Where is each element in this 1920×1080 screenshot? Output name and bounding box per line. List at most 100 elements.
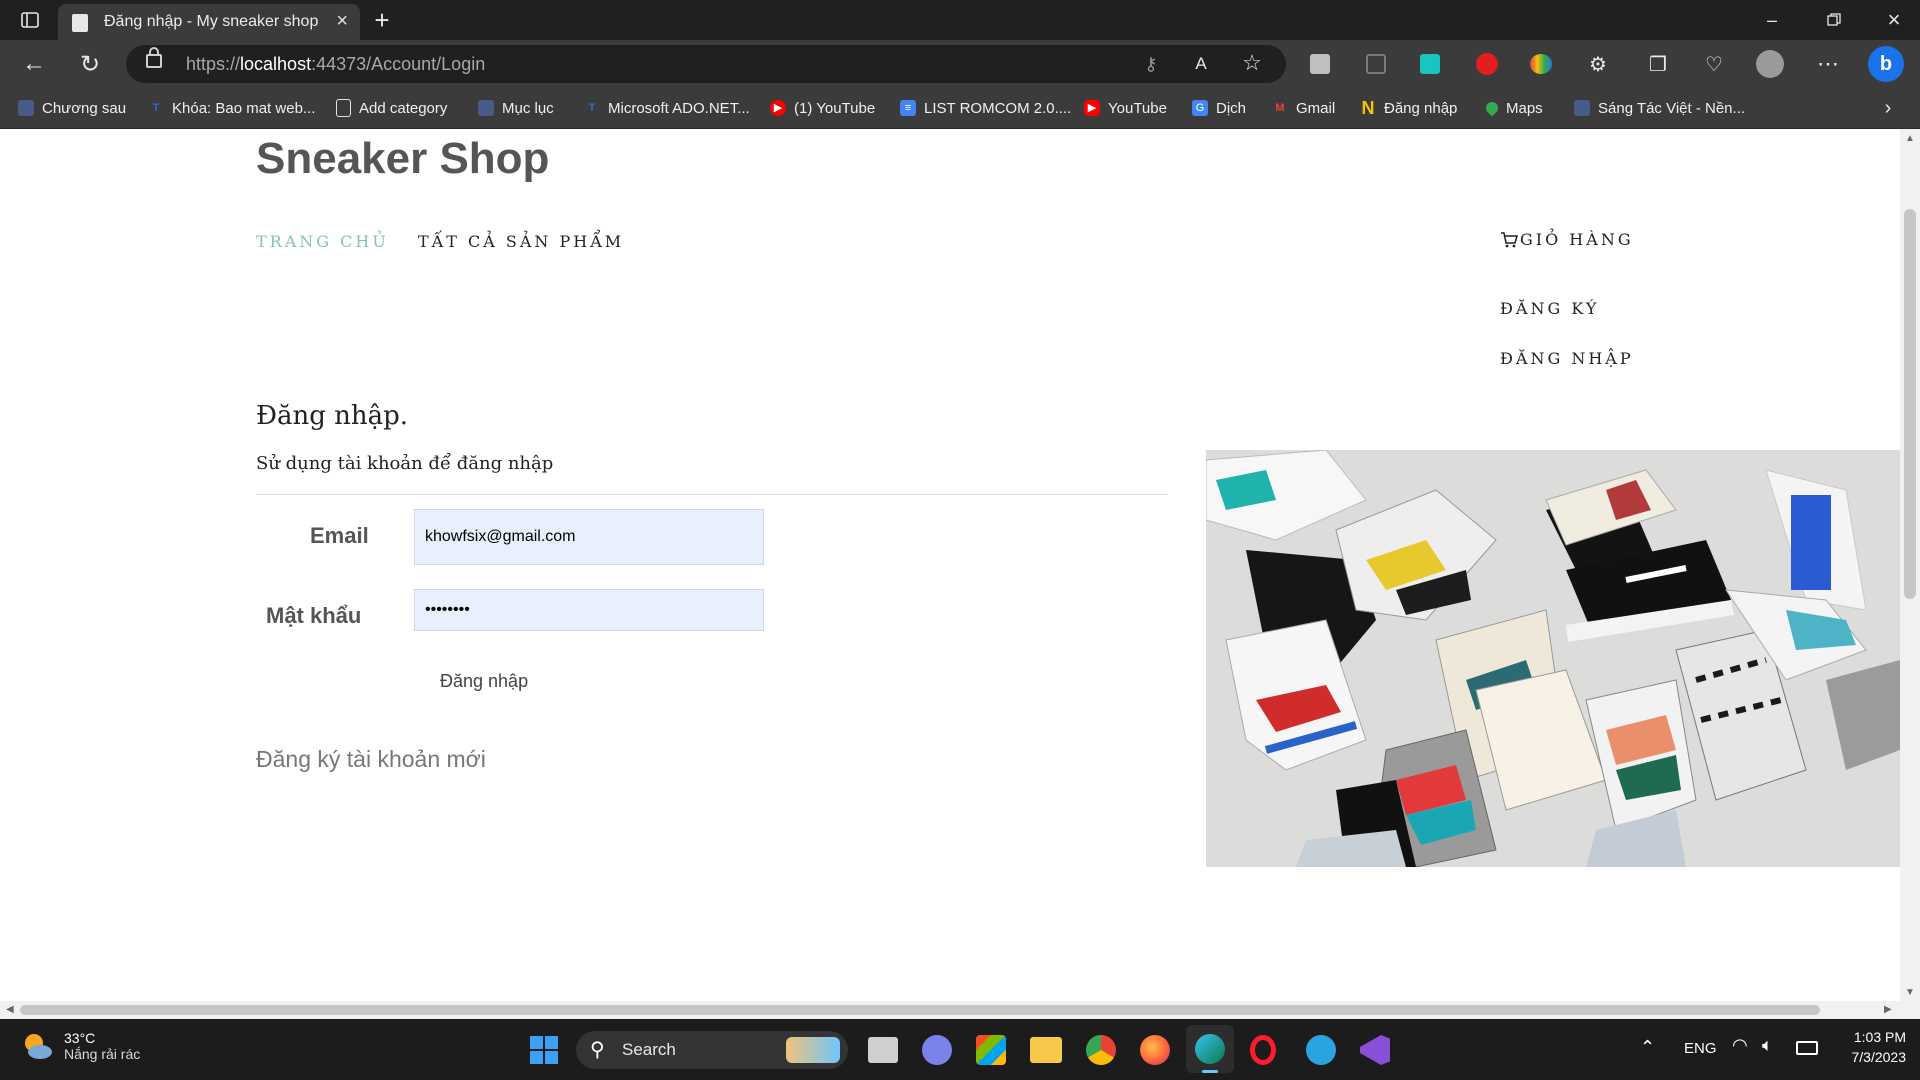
start-button[interactable] bbox=[530, 1036, 558, 1064]
collections-icon[interactable]: ❐ bbox=[1644, 50, 1672, 78]
bookmark-muc-luc[interactable]: Mục lục bbox=[478, 96, 554, 120]
taskbar-search-label: Search bbox=[622, 1040, 676, 1059]
weather-widget[interactable]: 33°C Nắng rải rác bbox=[20, 1029, 140, 1063]
nav-login[interactable]: ĐĂNG NHẬP bbox=[1500, 349, 1634, 368]
divider bbox=[256, 494, 1168, 495]
battery-icon[interactable] bbox=[1796, 1041, 1818, 1055]
bookmark-label: (1) YouTube bbox=[794, 99, 876, 117]
nav-cart[interactable]: GIỎ HÀNG bbox=[1500, 230, 1634, 249]
profile-avatar-icon[interactable] bbox=[1756, 50, 1784, 78]
scroll-down-arrow-icon[interactable]: ▼ bbox=[1905, 987, 1915, 998]
edge-icon[interactable] bbox=[1186, 1025, 1234, 1073]
tab-actions-icon[interactable] bbox=[20, 10, 40, 30]
page-viewport: Sneaker Shop TRANG CHỦ TẤT CẢ SẢN PHẨM G… bbox=[0, 129, 1900, 1001]
favorite-star-icon[interactable]: ☆ bbox=[1240, 50, 1264, 75]
bookmark-label: Add category bbox=[359, 99, 448, 117]
clock[interactable]: 1:03 PM 7/3/2023 bbox=[1830, 1029, 1907, 1065]
bookmark-label: Dịch bbox=[1216, 99, 1247, 117]
tab-close-icon[interactable]: × bbox=[336, 10, 348, 33]
bookmark-youtube-1[interactable]: ▶ (1) YouTube bbox=[770, 96, 875, 120]
page-title: Đăng nhập. bbox=[256, 401, 409, 431]
nav-home[interactable]: TRANG CHỦ bbox=[256, 232, 389, 251]
bookmark-label: Chương sau bbox=[42, 99, 127, 117]
bookmark-label: Đăng nhập bbox=[1384, 99, 1458, 117]
wifi-icon[interactable]: ◠ bbox=[1732, 1035, 1748, 1056]
bookmark-sang-tac-viet[interactable]: Sáng Tác Việt - Nền... bbox=[1574, 96, 1745, 120]
horizontal-scrollbar-thumb[interactable] bbox=[20, 1005, 1820, 1015]
more-menu-icon[interactable]: ⋯ bbox=[1814, 50, 1842, 78]
extensions-puzzle-icon[interactable]: ⚙ bbox=[1584, 50, 1612, 78]
n-icon: N bbox=[1361, 98, 1375, 118]
chrome-icon[interactable] bbox=[1086, 1035, 1116, 1065]
browser-tab-bar: Đăng nhập - My sneaker shop × + – × bbox=[0, 0, 1920, 40]
bookmark-dich[interactable]: G Dịch bbox=[1192, 96, 1246, 120]
bing-chat-icon[interactable]: b bbox=[1868, 46, 1904, 82]
page-icon bbox=[18, 100, 34, 116]
bookmark-gmail[interactable]: M Gmail bbox=[1272, 96, 1335, 120]
bookmark-youtube-2[interactable]: ▶ YouTube bbox=[1084, 96, 1167, 120]
weather-desc: Nắng rải rác bbox=[64, 1046, 141, 1062]
vertical-scrollbar[interactable]: ▲ ▼ bbox=[1900, 129, 1920, 1001]
key-icon[interactable]: ⚷ bbox=[1140, 53, 1162, 75]
login-submit-button[interactable]: Đăng nhập bbox=[420, 667, 548, 696]
window-close-icon[interactable]: × bbox=[1880, 6, 1908, 34]
extension-5-icon[interactable] bbox=[1530, 54, 1552, 74]
file-explorer-icon[interactable] bbox=[1030, 1037, 1062, 1063]
firefox-icon[interactable] bbox=[1140, 1035, 1170, 1065]
youtube-icon: ▶ bbox=[770, 100, 786, 116]
scroll-right-arrow-icon[interactable]: ▶ bbox=[1884, 1004, 1892, 1015]
taskbar-search-box[interactable]: ⚲ Search bbox=[576, 1031, 848, 1069]
bookmark-khoa-bao-mat[interactable]: T Khóa: Bao mat web... bbox=[148, 96, 316, 120]
tab-active[interactable]: Đăng nhập - My sneaker shop × bbox=[58, 4, 360, 40]
read-aloud-icon[interactable]: A bbox=[1190, 53, 1212, 75]
language-indicator[interactable]: ENG bbox=[1684, 1040, 1717, 1057]
teams-chat-icon[interactable] bbox=[922, 1035, 952, 1065]
back-icon[interactable]: ← bbox=[20, 50, 48, 78]
nav-all-products[interactable]: TẤT CẢ SẢN PHẨM bbox=[418, 232, 624, 251]
health-icon[interactable]: ♡ bbox=[1700, 50, 1728, 78]
address-bar[interactable]: https://localhost:44373/Account/Login ⚷ … bbox=[126, 45, 1286, 83]
password-field[interactable] bbox=[414, 589, 764, 631]
bookmark-list-romcom[interactable]: ≡ LIST ROMCOM 2.0.... bbox=[900, 96, 1071, 120]
register-new-account-link[interactable]: Đăng ký tài khoản mới bbox=[256, 746, 486, 773]
adblock-icon[interactable] bbox=[1476, 53, 1498, 75]
document-icon bbox=[336, 99, 351, 117]
horizontal-scrollbar[interactable]: ◀ ▶ bbox=[0, 1001, 1920, 1019]
extension-2-icon[interactable] bbox=[1366, 54, 1386, 74]
bookmark-chuong-sau[interactable]: Chương sau bbox=[18, 96, 126, 120]
cart-icon bbox=[1501, 231, 1518, 247]
weather-sun-cloud-icon bbox=[25, 1034, 52, 1059]
extension-3-icon[interactable] bbox=[1420, 54, 1440, 74]
youtube-icon: ▶ bbox=[1084, 100, 1100, 116]
bookmarks-overflow-chevron-icon[interactable]: › bbox=[1876, 96, 1900, 120]
scroll-up-arrow-icon[interactable]: ▲ bbox=[1905, 133, 1915, 144]
opera-icon[interactable] bbox=[1250, 1035, 1276, 1065]
minimize-icon[interactable]: – bbox=[1760, 8, 1784, 32]
restore-icon[interactable] bbox=[1822, 8, 1846, 32]
bookmark-ado-net[interactable]: T Microsoft ADO.NET... bbox=[584, 96, 750, 120]
visual-studio-icon[interactable] bbox=[1360, 1035, 1390, 1065]
bookmark-maps[interactable]: Maps bbox=[1483, 96, 1543, 120]
site-brand[interactable]: Sneaker Shop bbox=[256, 134, 549, 184]
page-subtitle: Sử dụng tài khoản để đăng nhập bbox=[256, 453, 554, 474]
microsoft-store-icon[interactable] bbox=[976, 1035, 1006, 1065]
bookmark-add-category[interactable]: Add category bbox=[336, 96, 447, 120]
bookmark-dang-nhap[interactable]: N Đăng nhập bbox=[1360, 96, 1458, 120]
telegram-icon[interactable] bbox=[1306, 1035, 1336, 1065]
refresh-icon[interactable]: ↻ bbox=[76, 50, 104, 78]
nav-register[interactable]: ĐĂNG KÝ bbox=[1500, 299, 1599, 318]
email-field[interactable] bbox=[414, 509, 764, 565]
volume-icon[interactable]: 🔈︎ bbox=[1762, 1035, 1773, 1056]
url-text[interactable]: https://localhost:44373/Account/Login bbox=[186, 54, 485, 75]
windows-taskbar: 33°C Nắng rải rác ⚲ Search ⌃ ENG ◠ 🔈︎ 1:… bbox=[0, 1019, 1920, 1080]
new-tab-icon[interactable]: + bbox=[368, 5, 396, 35]
vertical-scrollbar-thumb[interactable] bbox=[1904, 209, 1916, 599]
page-icon bbox=[1574, 100, 1590, 116]
scroll-left-arrow-icon[interactable]: ◀ bbox=[6, 1004, 14, 1015]
task-view-icon[interactable] bbox=[868, 1037, 898, 1063]
extension-1-icon[interactable] bbox=[1310, 54, 1330, 74]
tray-chevron-icon[interactable]: ⌃ bbox=[1640, 1037, 1655, 1058]
sneakers-hero-image bbox=[1206, 450, 1900, 867]
email-label: Email bbox=[310, 523, 369, 548]
lock-icon[interactable] bbox=[146, 47, 162, 68]
